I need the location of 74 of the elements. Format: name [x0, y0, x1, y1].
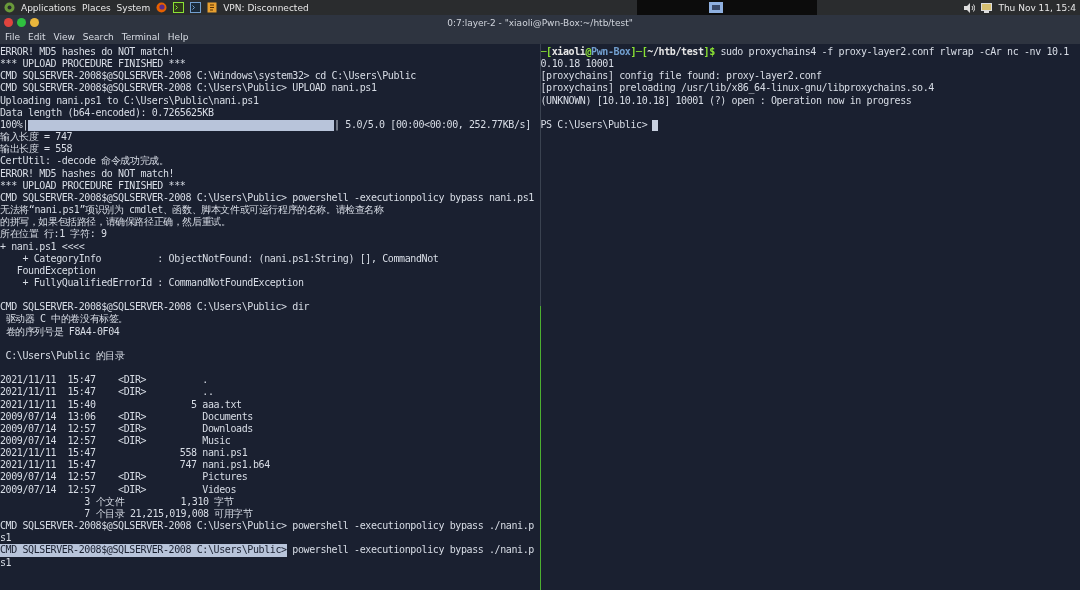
- vpn-icon: [207, 2, 218, 13]
- menu-item[interactable]: View: [53, 32, 75, 42]
- terminal-line: 卷的序列号是 F8A4-0F04: [4, 325, 120, 338]
- workspace-switcher[interactable]: [637, 0, 818, 15]
- window-title: 0:7:layer-2 - "xiaoli@Pwn-Box:~/htb/test": [446, 17, 634, 28]
- apps-icon[interactable]: [4, 2, 15, 13]
- browser-icon[interactable]: [156, 2, 168, 13]
- terminal-line: Uploading nani.ps1 to C:\Users\Public\nani.ps1: [0, 94, 259, 107]
- terminal-line: 0.10.18 10001: [540, 58, 614, 71]
- shell-prompt: ─[xiaoli@Pwn-Box]─[~/htb/test]$: [540, 46, 715, 59]
- panel-menu[interactable]: Places: [82, 2, 111, 13]
- terminal-line: 2009/07/14 12:57 <DIR> Videos: [0, 483, 237, 496]
- terminal-line: CMD SQLSERVER-2008$@SQLSERVER-2008 C:\Windows\system32> cd C:\Users\Public: [0, 70, 416, 83]
- terminal-line: 2021/11/11 15:47 <DIR> ..: [0, 386, 214, 399]
- panel-menu[interactable]: Applications: [21, 2, 76, 13]
- terminal-line: *** UPLOAD PROCEDURE FINISHED ***: [0, 58, 186, 71]
- terminal-line: + CategoryInfo : ObjectNotFound: (nani.ps1:String) [], CommandNot: [21, 252, 439, 265]
- terminal-line: CMD SQLSERVER-2008$@SQLSERVER-2008 C:\Users\Public> powershell -executionpolicy bypass nani.ps1: [0, 191, 534, 204]
- terminal-line: 驱动器 C 中的卷没有标签。: [4, 313, 129, 326]
- terminal-line: 2009/07/14 12:57 <DIR> Downloads: [0, 422, 253, 435]
- window-icon: [709, 2, 724, 13]
- terminal-line: CMD SQLSERVER-2008$@SQLSERVER-2008 C:\Users\Public> powershell -executionpolicy bypass ./nani.p: [0, 520, 534, 533]
- terminal-line: 2009/07/14 12:57 <DIR> Music: [0, 435, 231, 448]
- terminal-line: powershell -executionpolicy bypass ./nani.p: [291, 544, 534, 557]
- terminal-line: 2009/07/14 13:06 <DIR> Documents: [0, 410, 253, 423]
- minimize-button[interactable]: [30, 18, 39, 27]
- menu-item[interactable]: Help: [167, 32, 189, 42]
- terminal-line: CMD SQLSERVER-2008$@SQLSERVER-2008 C:\Users\Public> UPLOAD nani.ps1: [0, 82, 377, 95]
- terminal-line: + nani.ps1 <<<<: [0, 240, 85, 253]
- monitor-icon: [981, 2, 993, 13]
- terminal-line: 2021/11/11 15:47 <DIR> .: [0, 374, 208, 387]
- menu-item[interactable]: Edit: [28, 32, 46, 42]
- menu-item[interactable]: File: [5, 32, 21, 42]
- terminal-line: s1: [0, 532, 12, 545]
- terminal-line: 所在位置 行:1 字符: 9: [0, 228, 107, 241]
- close-button[interactable]: [4, 18, 13, 27]
- terminal-line: 2021/11/11 15:47 558 nani.ps1: [0, 447, 248, 460]
- terminal-icon[interactable]: [190, 2, 202, 13]
- selected-text: CMD SQLSERVER-2008$@SQLSERVER-2008 C:\Users\Public>: [0, 544, 287, 557]
- terminal-icon[interactable]: [173, 2, 185, 13]
- speaker-icon: [963, 2, 976, 13]
- terminal-line: s1: [0, 556, 12, 569]
- terminal-line: 2021/11/11 15:40 5 aaa.txt: [0, 398, 242, 411]
- progress-stats: | 5.0/5.0 [00:00<00:00, 252.77KB/s]: [334, 118, 531, 132]
- terminal-line: 无法将“nani.ps1”项识别为 cmdlet、函数、脚本文件或可运行程序的名称。请检查名称: [0, 204, 384, 216]
- terminal-line: + FullyQualifiedErrorId : CommandNotFoundException: [21, 276, 304, 290]
- terminal-line: C:\Users\Public 的目录: [4, 349, 125, 363]
- terminal-line: 输入长度 = 747: [0, 131, 73, 143]
- terminal-line: 7 个目录 21,215,019,008 可用字节: [83, 507, 253, 521]
- terminal-line: FoundException: [15, 264, 96, 277]
- shell-prompt: PS C:\Users\Public>: [540, 118, 648, 132]
- menu-item[interactable]: Terminal: [121, 32, 160, 42]
- terminal-line: 输出长度 = 558: [0, 143, 73, 156]
- panel-menu[interactable]: System: [116, 2, 151, 13]
- progress-percent: 100%|: [0, 118, 29, 132]
- terminal-line: ERROR! MD5 hashes do NOT match!: [0, 167, 175, 180]
- terminal-line: ERROR! MD5 hashes do NOT match!: [0, 46, 175, 59]
- terminal-line: Data length (b64-encoded): 0.7265625KB: [0, 106, 214, 119]
- terminal-line: sudo proxychains4 -f proxy-layer2.conf rlwrap -cAr nc -nv 10.1: [719, 46, 1069, 59]
- vpn-status: VPN: Disconnected: [223, 2, 309, 13]
- terminal-line: 2009/07/14 12:57 <DIR> Pictures: [0, 471, 248, 484]
- terminal-line: [proxychains] preloading /usr/lib/x86_64-linux-gnu/libproxychains.so.4: [540, 82, 934, 95]
- terminal-line: 2021/11/11 15:47 747 nani.ps1.b64: [0, 459, 270, 472]
- terminal-line: 的拼写，如果包括路径，请确保路径正确，然后重试。: [0, 216, 231, 228]
- terminal-line: (UNKNOWN) [10.10.10.18] 10001 (?) open : Operation now in progress: [540, 94, 912, 107]
- menu-item[interactable]: Search: [82, 32, 114, 42]
- panel-clock: Thu Nov 11, 15:4: [998, 2, 1076, 13]
- terminal-line: CertUtil: -decode 命令成功完成。: [0, 155, 169, 168]
- terminal-line: *** UPLOAD PROCEDURE FINISHED ***: [0, 179, 186, 192]
- text-cursor: [652, 119, 659, 131]
- terminal-line: CMD SQLSERVER-2008$@SQLSERVER-2008 C:\Users\Public> dir: [0, 301, 310, 313]
- terminal-line: 3 个文件 1,310 字节: [83, 495, 234, 508]
- maximize-button[interactable]: [17, 18, 26, 27]
- terminal-line: [proxychains] config file found: proxy-layer2.conf: [540, 70, 822, 83]
